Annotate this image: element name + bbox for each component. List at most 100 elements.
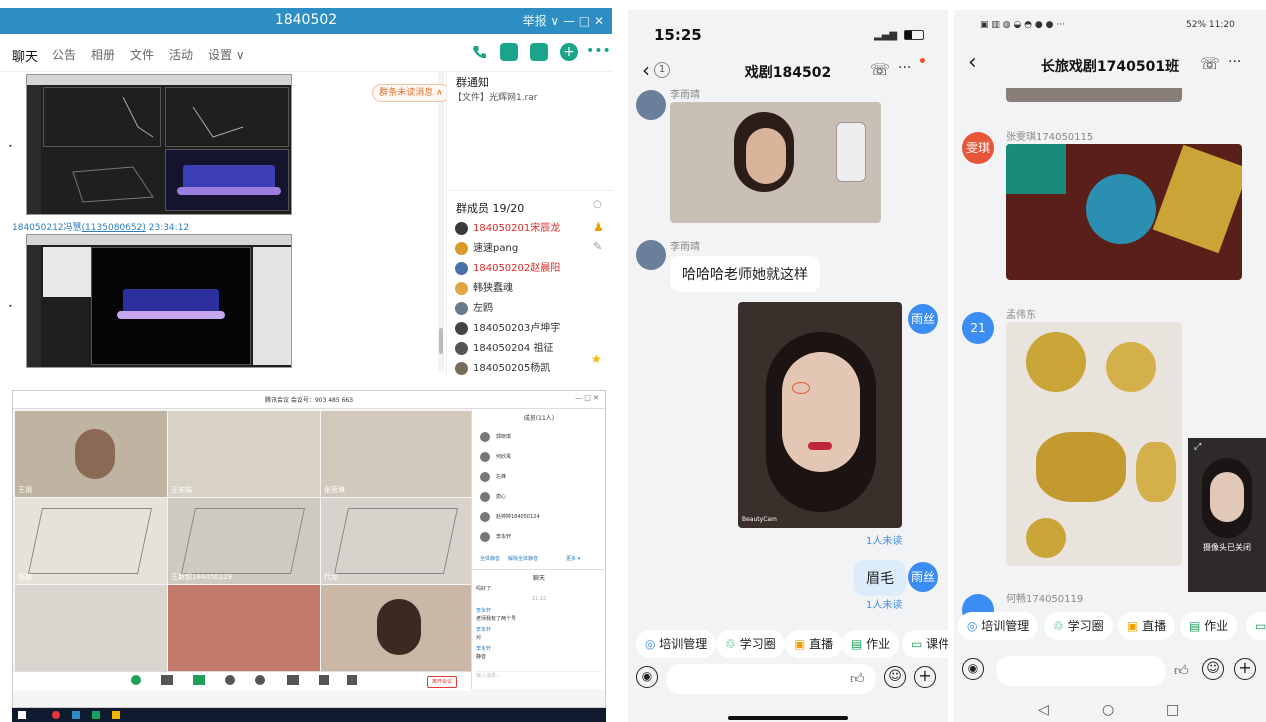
- plus-icon[interactable]: +: [914, 666, 936, 688]
- plus-icon[interactable]: +: [1234, 658, 1256, 680]
- video-tile[interactable]: 代龙: [321, 498, 473, 584]
- chip-training[interactable]: ◎ 培训管理: [958, 612, 1039, 640]
- unread-status[interactable]: 1人未读: [866, 596, 902, 611]
- avatar[interactable]: [636, 240, 666, 270]
- member-item[interactable]: 184050201宋辰龙: [455, 220, 560, 238]
- video-tile[interactable]: 张莹琳: [321, 411, 473, 497]
- meeting-member-item[interactable]: 郭晓琪♪: [480, 431, 511, 445]
- chip-courseware[interactable]: ▭ 课件: [902, 630, 948, 658]
- whiteboard-icon[interactable]: [530, 43, 548, 61]
- microphone-icon[interactable]: [131, 675, 141, 685]
- unread-messages-bubble[interactable]: 群条未读消息 ∧: [372, 84, 450, 102]
- message-input[interactable]: [996, 656, 1166, 686]
- thumbs-up-icon[interactable]: 👍︎: [850, 670, 865, 687]
- meeting-window-controls[interactable]: — □ ✕: [575, 394, 599, 402]
- chip-live[interactable]: ▣ 直播: [785, 630, 843, 658]
- more-icon[interactable]: •••: [586, 43, 611, 59]
- tab-files[interactable]: 文件: [130, 46, 154, 63]
- member-item[interactable]: 左鸥: [455, 300, 493, 318]
- tab-notice[interactable]: 公告: [52, 46, 76, 63]
- previous-photo-edge[interactable]: [1006, 88, 1182, 102]
- video-tile[interactable]: 张楠: [15, 498, 167, 584]
- photo-headdress-pieces[interactable]: [1006, 144, 1242, 280]
- meeting-member-item[interactable]: 唐心♪: [480, 491, 506, 505]
- sender-qq-id[interactable]: (1135080652): [82, 223, 146, 233]
- video-tile[interactable]: [15, 585, 167, 671]
- member-item[interactable]: 184050205杨凯: [455, 360, 550, 378]
- invite-icon[interactable]: [225, 675, 235, 685]
- nav-back-icon[interactable]: ◁: [1038, 702, 1049, 718]
- tab-chat[interactable]: 聊天: [12, 46, 38, 65]
- more-icon[interactable]: ···: [1228, 54, 1241, 70]
- message-bubble[interactable]: 哈哈哈老师她就这样: [670, 256, 820, 292]
- photo-selfie-mirror[interactable]: [670, 102, 881, 223]
- video-tile[interactable]: 王新韶184050129: [168, 498, 320, 584]
- more-icon[interactable]: ···: [898, 60, 911, 76]
- video-tile[interactable]: 王安娟: [168, 411, 320, 497]
- member-item[interactable]: 184050204 祖征: [455, 340, 553, 358]
- member-item[interactable]: 184050203卢坤宇: [455, 320, 560, 338]
- emoji-icon[interactable]: ☺: [884, 666, 906, 688]
- message-input[interactable]: [666, 664, 876, 694]
- unread-status[interactable]: 1人未读: [866, 532, 902, 547]
- chip-training[interactable]: ◎ 培训管理: [636, 630, 717, 658]
- chat-input[interactable]: 输入消息...: [476, 671, 602, 685]
- more-button[interactable]: 更多 ▾: [566, 555, 580, 562]
- settings-icon[interactable]: [347, 675, 357, 685]
- emoji-icon[interactable]: ☺: [1202, 658, 1224, 680]
- voice-input-icon[interactable]: ◉: [636, 666, 658, 688]
- mute-all-button[interactable]: 全体静音: [480, 555, 500, 562]
- self-avatar[interactable]: 雨丝: [908, 562, 938, 592]
- edit-icon[interactable]: ✎: [593, 240, 602, 253]
- shared-screenshot-stage-design-1[interactable]: [26, 74, 292, 215]
- unmute-all-button[interactable]: 解除全体静音: [508, 555, 538, 562]
- chat-scrollbar[interactable]: [438, 72, 444, 372]
- meeting-member-item[interactable]: 何欣禹♪: [480, 451, 511, 465]
- photo-gold-hairpins[interactable]: [1006, 322, 1182, 566]
- thumbs-up-icon[interactable]: 👍︎: [1174, 662, 1189, 679]
- avatar[interactable]: 21: [962, 312, 994, 344]
- message-bubble-self[interactable]: 眉毛: [854, 560, 906, 596]
- photo-eyebrow-selfie[interactable]: BeautyCam: [738, 302, 902, 528]
- meeting-member-item[interactable]: 李永轩♪: [480, 531, 511, 545]
- nav-recent-icon[interactable]: □: [1166, 702, 1179, 718]
- video-tile[interactable]: [321, 585, 473, 671]
- windows-start-icon[interactable]: [18, 711, 26, 719]
- document-icon[interactable]: [319, 675, 329, 685]
- voice-call-icon[interactable]: ☏: [1200, 54, 1220, 73]
- chip-homework[interactable]: ▤ 作业: [842, 630, 900, 658]
- taskbar-app-icon[interactable]: [72, 711, 80, 719]
- taskbar-app-icon[interactable]: [92, 711, 100, 719]
- tab-activity[interactable]: 活动: [169, 46, 193, 63]
- phone-call-icon[interactable]: [470, 43, 488, 61]
- share-screen-icon[interactable]: [193, 675, 205, 685]
- meeting-member-item[interactable]: 左峰♪: [480, 471, 506, 485]
- avatar[interactable]: [636, 90, 666, 120]
- shared-screenshot-stage-design-2[interactable]: [26, 234, 292, 368]
- expand-icon[interactable]: ⤢: [1194, 442, 1201, 452]
- member-item[interactable]: 184050202赵晨阳: [455, 260, 560, 278]
- notice-file[interactable]: 【文件】光辉网1.rar: [453, 90, 538, 103]
- voice-call-icon[interactable]: ☏: [870, 60, 890, 79]
- nav-home-icon[interactable]: ○: [1102, 702, 1114, 718]
- add-icon[interactable]: +: [560, 43, 578, 61]
- member-item[interactable]: 韩狭蠢魂: [455, 280, 513, 298]
- tab-settings[interactable]: 设置 ∨: [208, 46, 245, 63]
- video-tile[interactable]: [168, 585, 320, 671]
- qq-window-controls[interactable]: 举报 ∨ — □ ✕: [523, 12, 604, 29]
- self-avatar[interactable]: 雨丝: [908, 304, 938, 334]
- video-call-icon[interactable]: [500, 43, 518, 61]
- chat-icon[interactable]: [287, 675, 299, 685]
- chip-more[interactable]: ▭: [1246, 612, 1266, 640]
- member-item[interactable]: 速速pang: [455, 240, 518, 258]
- chip-homework[interactable]: ▤ 作业: [1180, 612, 1238, 640]
- chip-live[interactable]: ▣ 直播: [1118, 612, 1176, 640]
- tab-album[interactable]: 相册: [91, 46, 115, 63]
- video-pip-window[interactable]: ⤢ 摄像头已关闭: [1188, 438, 1266, 592]
- voice-input-icon[interactable]: ◉: [962, 658, 984, 680]
- manage-members-icon[interactable]: [255, 675, 265, 685]
- taskbar-app-icon[interactable]: [52, 711, 60, 719]
- leave-meeting-button[interactable]: 离开会议: [427, 676, 457, 688]
- chip-study-circle[interactable]: ♲ 学习圈: [716, 630, 785, 658]
- taskbar-app-icon[interactable]: [112, 711, 120, 719]
